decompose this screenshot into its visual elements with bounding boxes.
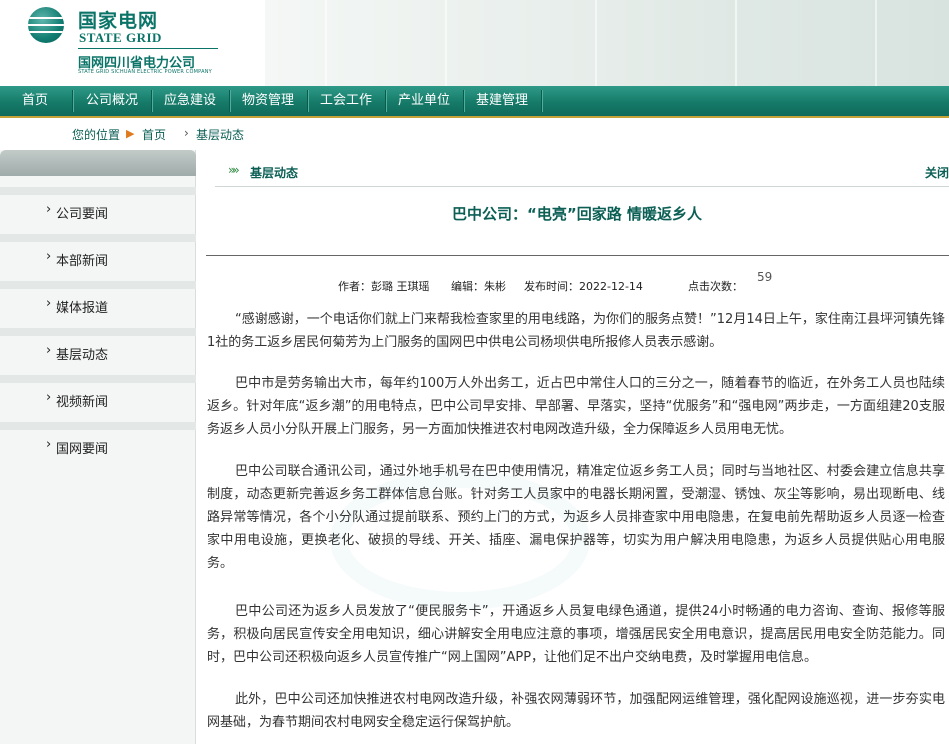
- chevron-right-icon: ›: [46, 390, 52, 405]
- sidebar-item-label: 基层动态: [56, 348, 109, 363]
- breadcrumb-current-link[interactable]: 基层动态: [196, 126, 244, 143]
- article-click-count: 59: [757, 270, 773, 284]
- chevron-right-icon: ›: [46, 249, 52, 264]
- chevron-right-icon: ›: [46, 343, 52, 358]
- section-title: 基层动态: [250, 166, 299, 180]
- header-banner: [265, 0, 949, 86]
- nav-item-company-overview[interactable]: 公司概况: [75, 86, 149, 116]
- nav-item-home[interactable]: 首页: [0, 86, 70, 116]
- sidebar-header: [0, 150, 196, 176]
- section-header: »» 基层动态 关闭: [218, 160, 949, 188]
- breadcrumb-home-link[interactable]: 首页: [142, 126, 166, 143]
- sidebar-item-video-news[interactable]: › 视频新闻: [0, 375, 196, 422]
- article-publish-time: 发布时间：2022-12-14: [524, 280, 643, 293]
- sidebar-item-label: 本部新闻: [56, 254, 109, 269]
- sidebar-item-label: 公司要闻: [56, 207, 109, 222]
- nav-item-construction[interactable]: 基建管理: [465, 86, 539, 116]
- article-paragraph: 此外，巴中公司还加快推进农村电网改造升级，补强农网薄弱环节，加强配网运维管理，强…: [207, 692, 945, 730]
- breadcrumb-arrow-icon: ▶: [126, 127, 135, 140]
- sidebar-item-grassroots[interactable]: › 基层动态: [0, 328, 196, 375]
- breadcrumb-prefix: 您的位置: [72, 128, 121, 142]
- article-paragraph: 巴中市是劳务输出大市，每年约100万人外出务工，近占巴中常住人口的三分之一，随着…: [207, 376, 945, 437]
- sidebar-item-state-grid-news[interactable]: › 国网要闻: [0, 422, 196, 469]
- article-title: 巴中公司：“电亮”回家路 情暖返乡人: [452, 205, 702, 223]
- nav-item-union[interactable]: 工会工作: [309, 86, 383, 116]
- section-divider: [215, 186, 949, 187]
- double-chevron-icon: »»: [228, 163, 240, 177]
- logo-chinese-name: 国家电网: [78, 10, 159, 32]
- company-english-name: STATE GRID SICHUAN ELECTRIC POWER COMPAN…: [78, 69, 212, 75]
- nav-item-emergency[interactable]: 应急建设: [153, 86, 227, 116]
- sidebar-item-hq-news[interactable]: › 本部新闻: [0, 234, 196, 281]
- article-paragraph: 巴中公司联合通讯公司，通过外地手机号在巴中使用情况，精准定位返乡务工人员；同时与…: [207, 464, 945, 571]
- state-grid-logo-icon[interactable]: [28, 7, 64, 43]
- nav-item-materials[interactable]: 物资管理: [231, 86, 305, 116]
- article-divider: [206, 255, 949, 256]
- sidebar-item-company-news[interactable]: › 公司要闻: [0, 187, 196, 234]
- sidebar-item-label: 国网要闻: [56, 442, 109, 457]
- logo-divider: [78, 48, 218, 49]
- chevron-right-icon: ›: [46, 437, 52, 452]
- article-paragraph: 巴中公司还为返乡人员发放了“便民服务卡”，开通返乡人员复电绿色通道，提供24小时…: [207, 604, 945, 665]
- close-link[interactable]: 关闭: [925, 164, 949, 181]
- sidebar-item-label: 媒体报道: [56, 301, 109, 316]
- sidebar-item-media[interactable]: › 媒体报道: [0, 281, 196, 328]
- sidebar: › 公司要闻 › 本部新闻 › 媒体报道 › 基层动态 › 视频新闻 › 国网要…: [0, 150, 196, 744]
- article-paragraph: “感谢感谢，一个电话你们就上门来帮我检查家里的用电线路，为你们的服务点赞！”12…: [207, 312, 945, 350]
- article-editor: 编辑：朱彬: [451, 280, 506, 293]
- chevron-right-icon: ›: [46, 296, 52, 311]
- sidebar-item-label: 视频新闻: [56, 395, 109, 410]
- article-clicks-label: 点击次数：: [688, 280, 743, 293]
- breadcrumb-separator-icon: ›: [184, 126, 189, 140]
- site-header: 国家电网 STATE GRID 国网四川省电力公司 STATE GRID SIC…: [0, 0, 949, 86]
- chevron-right-icon: ›: [46, 202, 52, 217]
- main-nav: 首页 公司概况 应急建设 物资管理 工会工作 产业单位 基建管理: [0, 86, 949, 118]
- logo-english-name: STATE GRID: [79, 30, 162, 45]
- article-author: 作者：彭璐 王琪瑶: [338, 280, 430, 293]
- nav-item-industry[interactable]: 产业单位: [387, 86, 461, 116]
